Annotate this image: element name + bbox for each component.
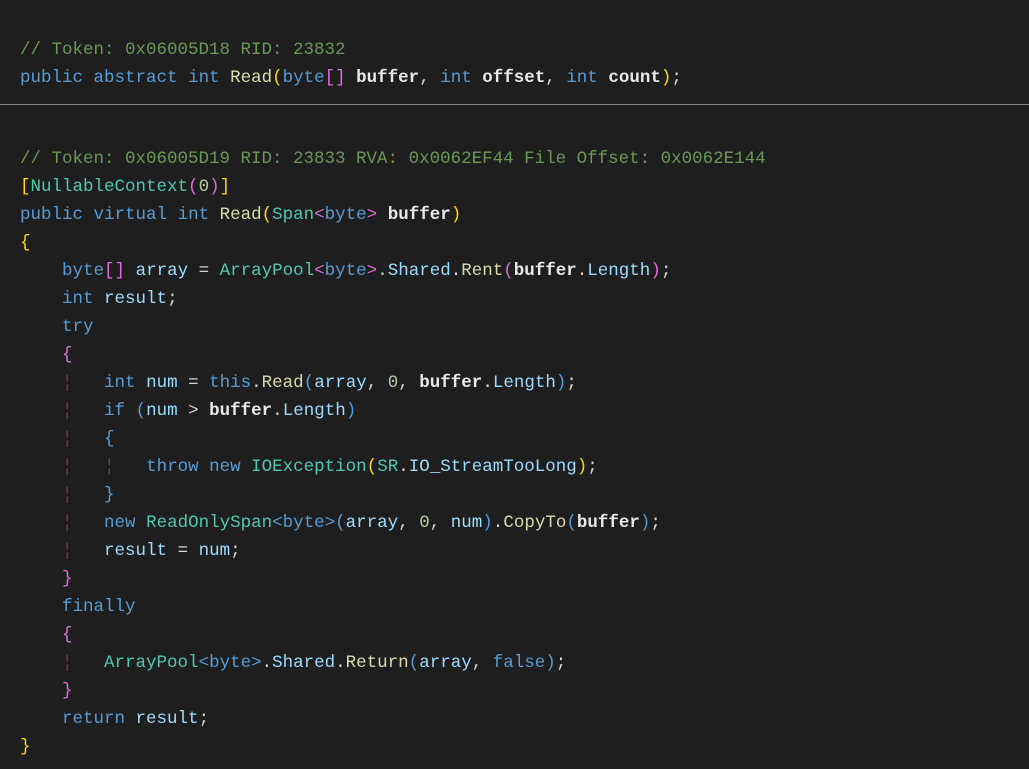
var-array: array (346, 513, 399, 533)
var-num: num (199, 541, 231, 561)
keyword-finally: finally (62, 597, 136, 617)
keyword-throw: throw (146, 457, 199, 477)
attribute-arg: 0 (199, 177, 210, 197)
keyword-int: int (104, 373, 136, 393)
attribute-name: NullableContext (31, 177, 189, 197)
section-divider (0, 104, 1029, 105)
param-offset: offset (482, 68, 545, 88)
keyword-try: try (62, 317, 94, 337)
type-arraypool: ArrayPool (104, 653, 199, 673)
type-byte: byte (62, 261, 104, 281)
method-name: Read (220, 205, 262, 225)
var-array: array (136, 261, 189, 281)
var-num: num (451, 513, 483, 533)
prop-shared: Shared (272, 653, 335, 673)
method-copyto: CopyTo (503, 513, 566, 533)
var-buffer: buffer (577, 513, 640, 533)
type-byte: byte (209, 653, 251, 673)
keyword-int: int (440, 68, 472, 88)
prop-length: Length (283, 401, 346, 421)
keyword-public: public (20, 68, 83, 88)
type-byte: byte (325, 261, 367, 281)
keyword-abstract: abstract (94, 68, 178, 88)
var-result: result (104, 289, 167, 309)
keyword-int: int (178, 205, 210, 225)
param-count: count (608, 68, 661, 88)
var-num: num (146, 373, 178, 393)
literal-zero: 0 (419, 513, 430, 533)
keyword-false: false (493, 653, 546, 673)
keyword-int: int (566, 68, 598, 88)
prop-shared: Shared (388, 261, 451, 281)
comment-line: // Token: 0x06005D18 RID: 23832 (20, 40, 346, 60)
type-ioexception: IOException (251, 457, 367, 477)
method-read: Read (262, 373, 304, 393)
type-sr: SR (377, 457, 398, 477)
type-byte: byte (283, 68, 325, 88)
code-editor-pane[interactable]: // Token: 0x06005D18 RID: 23832 public a… (0, 0, 1029, 100)
type-span: Span (272, 205, 314, 225)
param-buffer: buffer (356, 68, 419, 88)
keyword-if: if (104, 401, 125, 421)
var-result: result (136, 709, 199, 729)
keyword-new: new (209, 457, 241, 477)
method-rent: Rent (461, 261, 503, 281)
keyword-this: this (209, 373, 251, 393)
keyword-int: int (62, 289, 94, 309)
keyword-virtual: virtual (94, 205, 168, 225)
comment-line: // Token: 0x06005D19 RID: 23833 RVA: 0x0… (20, 149, 766, 169)
code-editor-pane-2[interactable]: // Token: 0x06005D19 RID: 23833 RVA: 0x0… (0, 109, 1029, 769)
prop-length: Length (587, 261, 650, 281)
type-arraypool: ArrayPool (220, 261, 315, 281)
var-num: num (146, 401, 178, 421)
keyword-int: int (188, 68, 220, 88)
var-buffer: buffer (514, 261, 577, 281)
method-name: Read (230, 68, 272, 88)
var-buffer: buffer (419, 373, 482, 393)
method-return: Return (346, 653, 409, 673)
keyword-new: new (104, 513, 136, 533)
prop-streamtoolong: IO_StreamTooLong (409, 457, 577, 477)
keyword-return: return (62, 709, 125, 729)
param-buffer: buffer (388, 205, 451, 225)
prop-length: Length (493, 373, 556, 393)
type-readonlyspan: ReadOnlySpan (146, 513, 272, 533)
keyword-public: public (20, 205, 83, 225)
type-byte: byte (325, 205, 367, 225)
var-result: result (104, 541, 167, 561)
var-array: array (314, 373, 367, 393)
literal-zero: 0 (388, 373, 399, 393)
var-buffer: buffer (209, 401, 272, 421)
type-byte: byte (283, 513, 325, 533)
var-array: array (419, 653, 472, 673)
